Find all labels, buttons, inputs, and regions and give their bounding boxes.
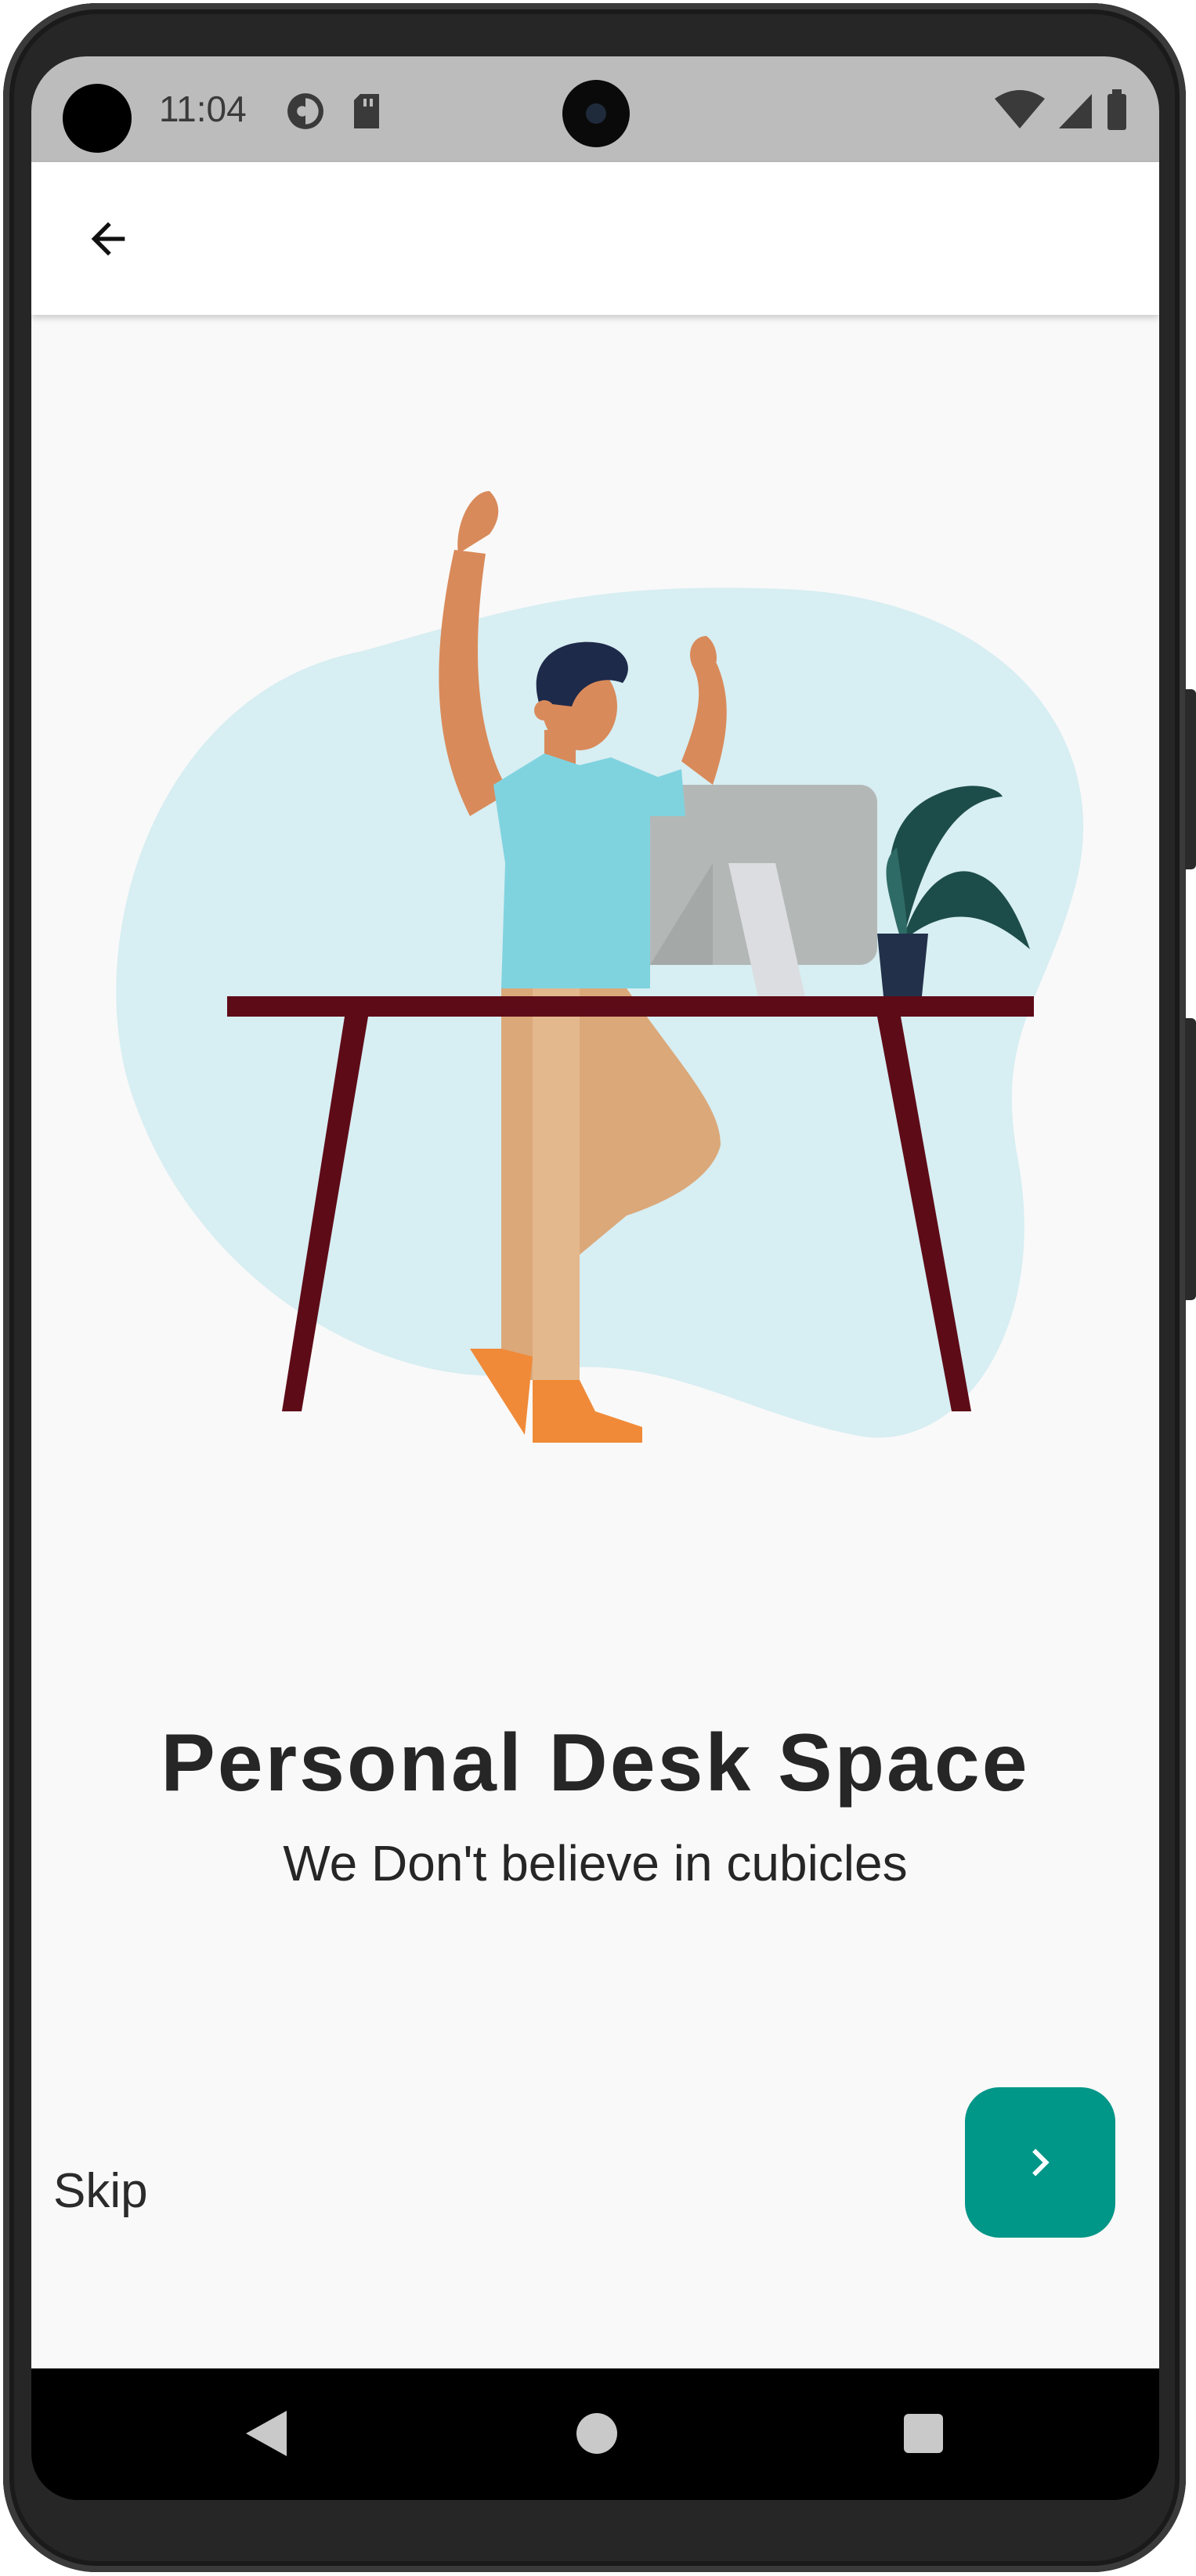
status-right-icons (995, 89, 1126, 130)
nav-home-icon[interactable] (576, 2413, 617, 2454)
page-subtitle: We Don't believe in cubicles (283, 1835, 908, 1891)
nav-recents-icon[interactable] (904, 2414, 943, 2453)
person-shoe (533, 1380, 642, 1443)
sd-card-icon (354, 94, 379, 128)
person-shoe (470, 1349, 533, 1435)
person-hand-left (457, 491, 499, 554)
next-button[interactable] (965, 2087, 1115, 2238)
person-ear (534, 700, 555, 721)
desk-top (227, 996, 1034, 1017)
volume-button (1185, 689, 1196, 869)
status-bar: 11:04 (31, 56, 1159, 162)
skip-button[interactable]: Skip (53, 2163, 148, 2219)
app-bar (31, 162, 1159, 315)
signal-icon (1059, 94, 1092, 128)
nav-back-icon[interactable] (243, 2408, 290, 2459)
arrow-left-icon (91, 222, 125, 256)
battery-icon (1107, 89, 1126, 130)
onboarding-page: Personal Desk Space We Don't believe in … (31, 315, 1159, 2368)
status-time: 11:04 (159, 89, 247, 129)
screen: 11:04 Personal Desk Space We Don't belie… (31, 56, 1159, 2500)
device: 11:04 Personal Desk Space We Don't belie… (0, 0, 1196, 2576)
back-button[interactable] (70, 201, 146, 276)
chevron-right-icon (1032, 2148, 1050, 2177)
account-circle-icon (287, 93, 323, 129)
page-title: Personal Desk Space (161, 1718, 1030, 1808)
power-button (1185, 1018, 1196, 1300)
camera-cutout (63, 84, 132, 153)
wifi-icon (995, 90, 1045, 128)
desk-illustration (116, 491, 1084, 1443)
person-pants-shade (533, 988, 580, 1380)
front-camera (562, 80, 630, 147)
system-nav-bar (31, 2368, 1159, 2500)
